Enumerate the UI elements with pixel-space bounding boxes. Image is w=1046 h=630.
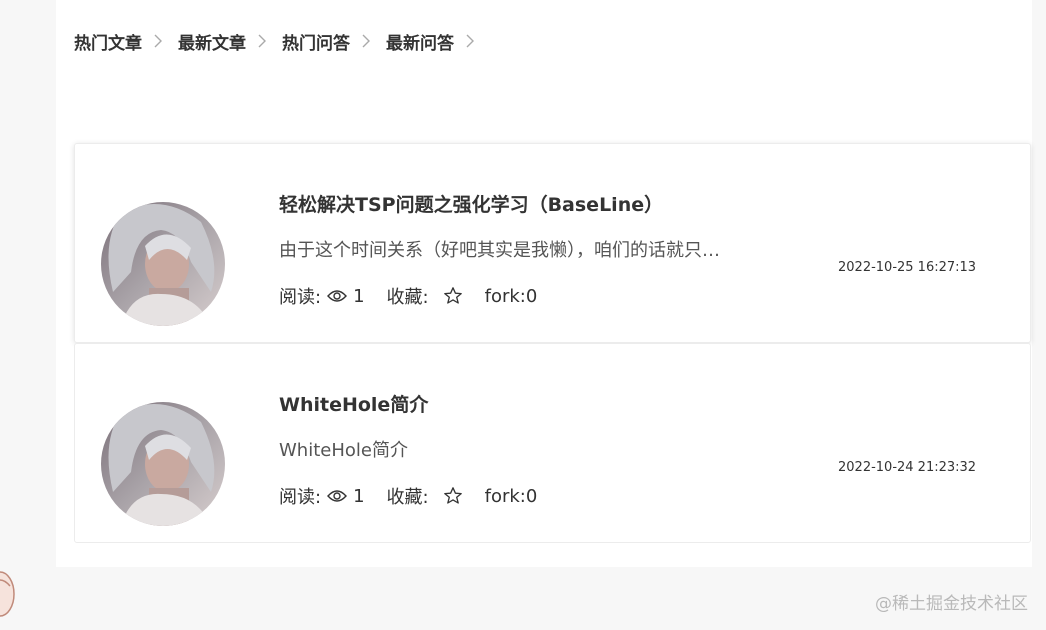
nav-item-label: 最新问答	[386, 33, 454, 54]
favorite-label: 收藏:	[386, 487, 429, 508]
fork-count: fork:0	[484, 285, 538, 307]
star-outline-icon[interactable]	[443, 286, 463, 306]
article-summary: 由于这个时间关系（好吧其实是我懒），咱们的话就只…	[279, 240, 720, 261]
star-outline-icon[interactable]	[443, 486, 463, 506]
category-nav: 热门文章 最新文章 热门问答 最新问答	[74, 28, 490, 54]
article-summary: WhiteHole简介	[279, 440, 408, 461]
read-label: 阅读:	[279, 487, 322, 508]
read-label: 阅读:	[279, 287, 322, 308]
nav-item-hot-articles[interactable]: 热门文章	[74, 29, 178, 54]
read-count: 1	[353, 485, 365, 507]
article-title[interactable]: 轻松解决TSP问题之强化学习（BaseLine）	[279, 190, 663, 217]
read-count: 1	[353, 285, 365, 307]
chevron-right-icon	[154, 34, 162, 48]
nav-item-label: 热门问答	[282, 33, 350, 54]
article-date: 2022-10-24 21:23:32	[838, 460, 977, 475]
article-meta: 阅读: 1 收藏: fork:0	[279, 484, 538, 509]
favorite-label: 收藏:	[386, 287, 429, 308]
watermark: @稀土掘金技术社区	[875, 594, 1028, 614]
article-meta: 阅读: 1 收藏: fork:0	[279, 284, 538, 309]
eye-icon	[327, 490, 348, 502]
nav-item-label: 最新文章	[178, 33, 246, 54]
article-title[interactable]: WhiteHole简介	[279, 390, 428, 417]
chevron-right-icon	[466, 34, 474, 48]
nav-item-hot-qa[interactable]: 热门问答	[282, 29, 386, 54]
avatar[interactable]	[101, 202, 225, 326]
nav-item-latest-qa[interactable]: 最新问答	[386, 29, 490, 54]
mascot-image	[0, 571, 15, 617]
nav-item-label: 热门文章	[74, 33, 142, 54]
chevron-right-icon	[258, 34, 266, 48]
article-date: 2022-10-25 16:27:13	[838, 260, 977, 275]
avatar[interactable]	[101, 402, 225, 526]
fork-count: fork:0	[484, 485, 538, 507]
eye-icon	[327, 290, 348, 302]
article-card[interactable]: 轻松解决TSP问题之强化学习（BaseLine） 由于这个时间关系（好吧其实是我…	[74, 143, 1031, 343]
article-card[interactable]: WhiteHole简介 WhiteHole简介 阅读: 1 收藏: fork:0…	[74, 343, 1031, 543]
nav-item-latest-articles[interactable]: 最新文章	[178, 29, 282, 54]
chevron-right-icon	[362, 34, 370, 48]
